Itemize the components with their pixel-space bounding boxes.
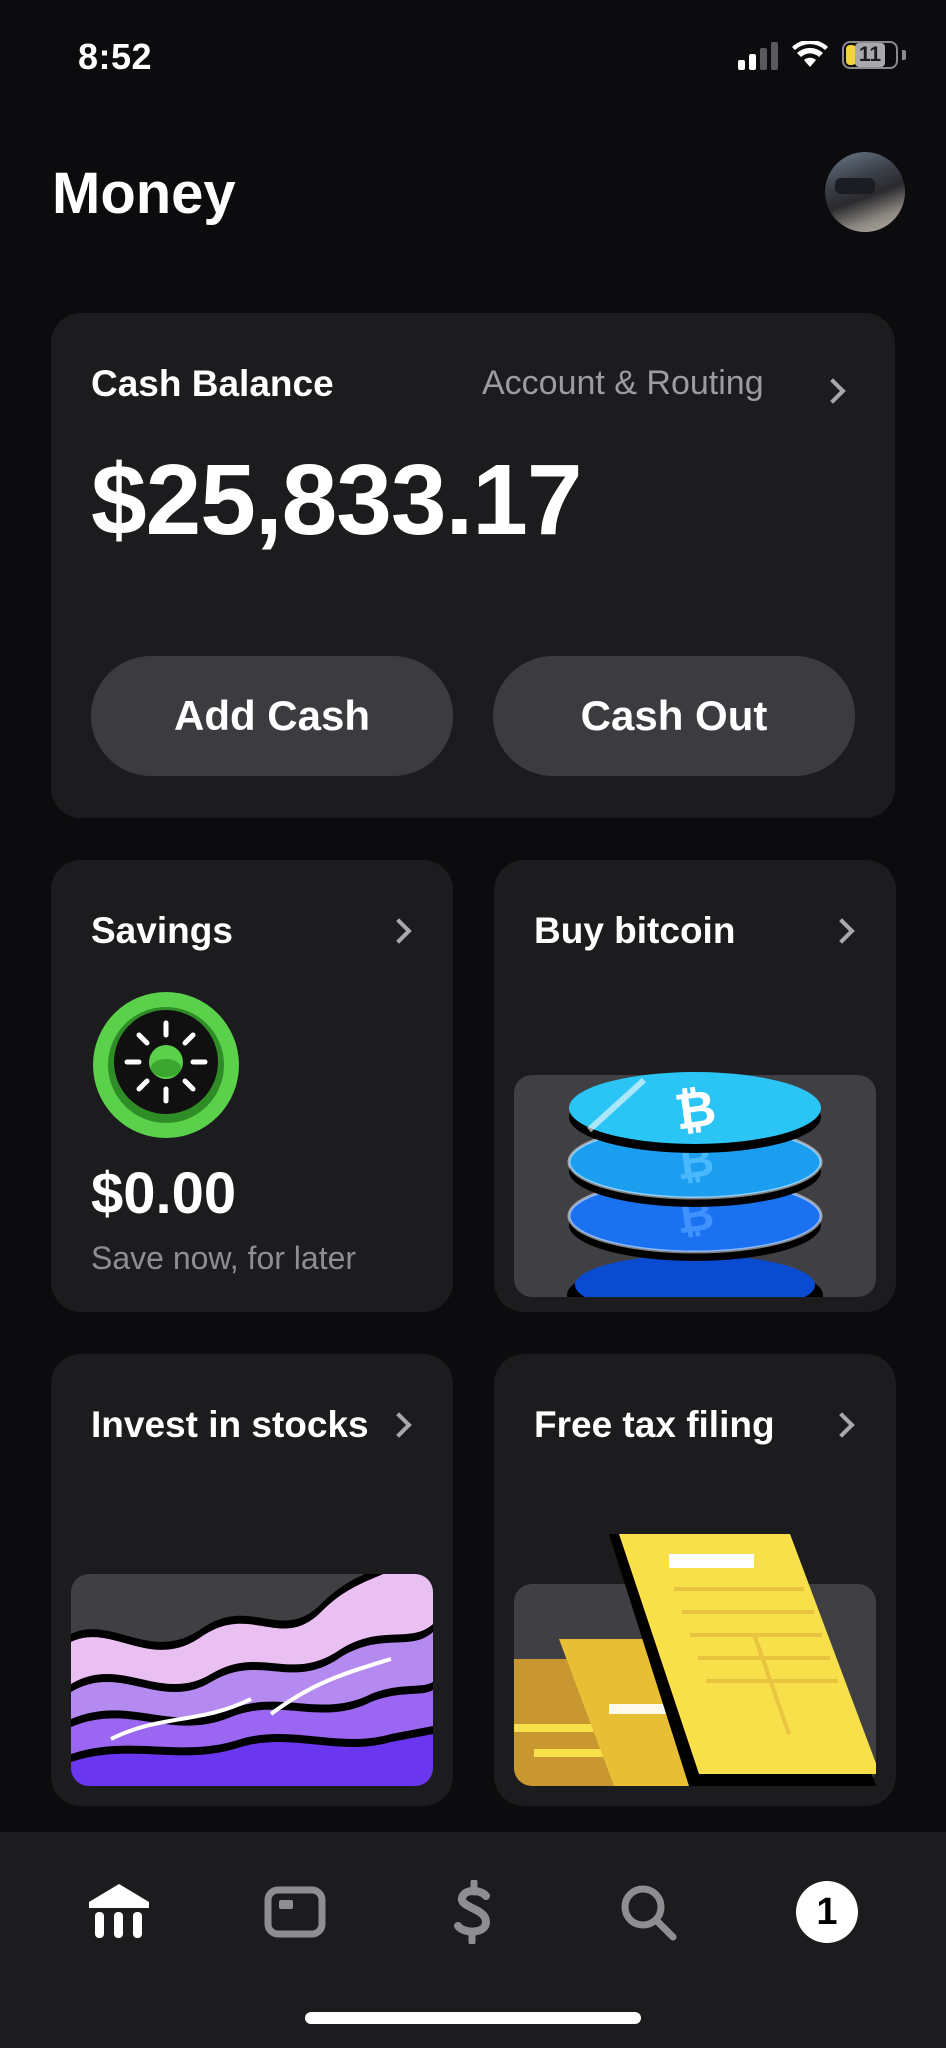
savings-label: Savings	[91, 910, 233, 951]
card-icon	[264, 1886, 326, 1938]
cellular-signal-icon	[738, 40, 778, 70]
battery-icon: 11	[842, 41, 898, 69]
svg-text:₿: ₿	[671, 1078, 719, 1141]
buy-bitcoin-label: Buy bitcoin	[534, 910, 736, 951]
status-bar: 8:52 11	[0, 0, 946, 120]
add-cash-button[interactable]: Add Cash	[91, 656, 453, 776]
chevron-right-icon	[829, 918, 855, 944]
activity-badge: 1	[796, 1881, 858, 1943]
status-time: 8:52	[78, 36, 153, 77]
search-icon	[621, 1885, 677, 1941]
home-indicator[interactable]	[305, 2012, 641, 2024]
bank-icon	[89, 1884, 149, 1938]
dollar-icon	[454, 1880, 491, 1944]
nav-pay[interactable]	[433, 1872, 513, 1952]
battery-level: 11	[854, 43, 886, 67]
nav-activity[interactable]: 1	[787, 1872, 867, 1952]
cash-balance-label: Cash Balance	[91, 363, 334, 404]
nav-home[interactable]	[79, 1872, 159, 1952]
cash-balance-card: Cash Balance Account & Routing $25,833.1…	[51, 313, 895, 818]
account-routing-link[interactable]: Account & Routing	[482, 364, 764, 403]
savings-icon	[93, 992, 239, 1138]
bitcoin-coins-illustration: ₿ ₿ ₿	[514, 1072, 876, 1297]
invest-stocks-card[interactable]: Invest in stocks	[51, 1354, 453, 1806]
cash-balance-amount: $25,833.17	[91, 444, 582, 556]
savings-subtitle: Save now, for later	[91, 1240, 357, 1276]
chevron-right-icon	[386, 918, 412, 944]
free-tax-filing-card[interactable]: Free tax filing	[494, 1354, 896, 1806]
chevron-right-icon	[386, 1412, 412, 1438]
buy-bitcoin-card[interactable]: Buy bitcoin ₿ ₿ ₿	[494, 860, 896, 1312]
chevron-right-icon	[829, 1412, 855, 1438]
savings-card[interactable]: Savings $0.00 Save now, for later	[51, 860, 453, 1312]
nav-card[interactable]	[255, 1872, 335, 1952]
free-tax-filing-label: Free tax filing	[534, 1404, 775, 1445]
wifi-icon	[792, 41, 828, 67]
avatar[interactable]	[825, 152, 905, 232]
tax-documents-illustration	[514, 1534, 876, 1786]
status-icons: 11	[738, 40, 906, 70]
stocks-waves-illustration	[71, 1574, 433, 1786]
cash-out-button[interactable]: Cash Out	[493, 656, 855, 776]
savings-amount: $0.00	[91, 1161, 237, 1226]
invest-stocks-label: Invest in stocks	[91, 1404, 369, 1445]
page-title: Money	[52, 161, 236, 226]
nav-search[interactable]	[608, 1872, 688, 1952]
chevron-right-icon[interactable]	[820, 378, 846, 404]
